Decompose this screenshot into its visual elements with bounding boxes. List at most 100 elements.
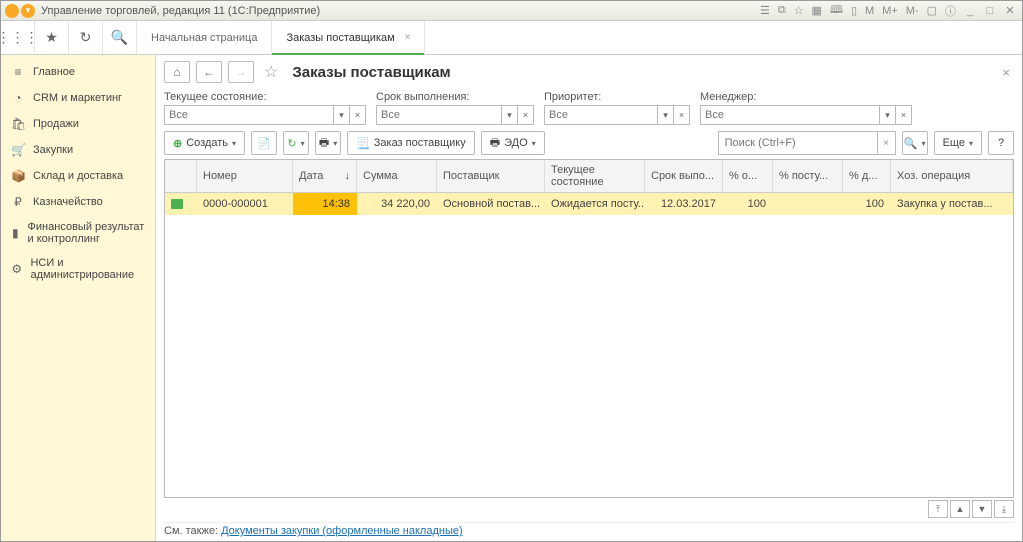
tab-orders[interactable]: Заказы поставщикам ×: [272, 21, 425, 54]
filter-state: Текущее состояние: ▾×: [164, 91, 366, 125]
filter-priority-input[interactable]: [544, 105, 658, 125]
sidebar-item-main[interactable]: ≡Главное: [1, 59, 155, 85]
crm-icon: ◔: [11, 91, 25, 105]
help-button[interactable]: ?: [988, 131, 1014, 155]
col-due[interactable]: Срок выпо...: [645, 160, 723, 192]
order-button[interactable]: 📃 Заказ поставщику: [347, 131, 475, 155]
chevron-down-icon[interactable]: ▾: [502, 105, 518, 125]
sidebar-item-warehouse[interactable]: 📦Склад и доставка: [1, 163, 155, 189]
toolbar-icon[interactable]: ⧉: [776, 4, 788, 17]
sidebar-item-treasury[interactable]: ₽Казначейство: [1, 189, 155, 215]
page-title: Заказы поставщикам: [292, 64, 450, 81]
sidebar: ≡Главное ◔CRM и маркетинг 🛍Продажи 🛒Заку…: [1, 55, 156, 541]
sidebar-item-crm[interactable]: ◔CRM и маркетинг: [1, 85, 155, 111]
col-sum[interactable]: Сумма: [357, 160, 437, 192]
tab-close-icon[interactable]: ×: [405, 32, 411, 43]
nav-down-icon[interactable]: ▼: [972, 500, 992, 518]
sidebar-item-purchases[interactable]: 🛒Закупки: [1, 137, 155, 163]
find-button[interactable]: 🔍▾: [902, 131, 928, 155]
toolbar-icon[interactable]: ▢: [925, 4, 939, 17]
filter-manager-input[interactable]: [700, 105, 880, 125]
nav-up-icon[interactable]: ▲: [950, 500, 970, 518]
search-input[interactable]: [718, 131, 878, 155]
refresh-button[interactable]: ↻▾: [283, 131, 309, 155]
table-row[interactable]: 0000-000001 14:38 34 220,00 Основной пос…: [165, 193, 1013, 215]
app-logo-icon: [5, 4, 19, 18]
app-dropdown-icon[interactable]: ▾: [21, 4, 35, 18]
sidebar-item-sales[interactable]: 🛍Продажи: [1, 111, 155, 137]
copy-button[interactable]: 📄: [251, 131, 277, 155]
col-state[interactable]: Текущее состояние: [545, 160, 645, 192]
chevron-down-icon: ▾: [232, 139, 236, 148]
toolbar-icon[interactable]: ▦: [810, 4, 824, 17]
toolbar-icon[interactable]: ▯: [849, 4, 859, 17]
col-pct-o[interactable]: % о...: [723, 160, 773, 192]
col-supplier[interactable]: Поставщик: [437, 160, 545, 192]
filter-manager: Менеджер: ▾×: [700, 91, 912, 125]
data-grid: Номер Дата↓ Сумма Поставщик Текущее сост…: [164, 159, 1014, 498]
money-icon: ₽: [11, 195, 25, 209]
favorites-icon[interactable]: ★: [35, 21, 69, 54]
doc-icon: [171, 199, 183, 209]
search-icon[interactable]: 🔍: [103, 21, 137, 54]
clear-icon[interactable]: ×: [896, 105, 912, 125]
col-number[interactable]: Номер: [197, 160, 293, 192]
related-link[interactable]: Документы закупки (оформленные накладные…: [221, 525, 463, 537]
clear-icon[interactable]: ×: [518, 105, 534, 125]
apps-icon[interactable]: ⋮⋮⋮: [1, 21, 35, 54]
m-minus-button[interactable]: M-: [904, 5, 921, 17]
toolbar-icon[interactable]: ☆: [792, 4, 806, 17]
window-title: Управление торговлей, редакция 11 (1С:Пр…: [41, 5, 320, 17]
sidebar-item-admin[interactable]: ⚙НСИ и администрирование: [1, 251, 155, 287]
maximize-button[interactable]: □: [982, 5, 998, 17]
grid-nav: ⤒ ▲ ▼ ⤓: [164, 498, 1014, 522]
m-button[interactable]: M: [863, 5, 876, 17]
search-clear-icon[interactable]: ×: [878, 131, 896, 155]
gear-icon: ⚙: [11, 262, 22, 276]
chevron-down-icon[interactable]: ▾: [658, 105, 674, 125]
toolbar-icon[interactable]: ☰: [758, 4, 772, 17]
col-icon[interactable]: [165, 160, 197, 192]
sidebar-item-finance[interactable]: ▮Финансовый результат и контроллинг: [1, 215, 155, 251]
col-op[interactable]: Хоз. операция: [891, 160, 1013, 192]
tab-start-page[interactable]: Начальная страница: [137, 21, 272, 54]
nav-first-icon[interactable]: ⤒: [928, 500, 948, 518]
filter-due-input[interactable]: [376, 105, 502, 125]
edo-button[interactable]: 🖶 ЭДО ▾: [481, 131, 545, 155]
chart-icon: ▮: [11, 226, 20, 240]
plus-icon: ⊕: [173, 137, 182, 150]
clear-icon[interactable]: ×: [350, 105, 366, 125]
close-button[interactable]: ✕: [1002, 4, 1018, 17]
home-icon: ≡: [11, 65, 25, 79]
chevron-down-icon[interactable]: ▾: [880, 105, 896, 125]
page-close-icon[interactable]: ×: [998, 65, 1014, 80]
sales-icon: 🛍: [11, 117, 25, 131]
cart-icon: 🛒: [11, 143, 25, 157]
filter-due: Срок выполнения: ▾×: [376, 91, 534, 125]
col-pct-post[interactable]: % посту...: [773, 160, 843, 192]
more-button[interactable]: Еще ▾: [934, 131, 982, 155]
print-button[interactable]: 🖶▾: [315, 131, 341, 155]
filter-state-input[interactable]: [164, 105, 334, 125]
tab-bar: ⋮⋮⋮ ★ ↻ 🔍 Начальная страница Заказы пост…: [1, 21, 1022, 55]
create-button[interactable]: ⊕Создать▾: [164, 131, 245, 155]
filter-priority: Приоритет: ▾×: [544, 91, 690, 125]
warehouse-icon: 📦: [11, 169, 25, 183]
col-pct-d[interactable]: % д...: [843, 160, 891, 192]
grid-header: Номер Дата↓ Сумма Поставщик Текущее сост…: [165, 160, 1013, 193]
minimize-button[interactable]: _: [962, 5, 978, 17]
clear-icon[interactable]: ×: [674, 105, 690, 125]
history-icon[interactable]: ↻: [69, 21, 103, 54]
col-date[interactable]: Дата↓: [293, 160, 357, 192]
chevron-down-icon[interactable]: ▾: [334, 105, 350, 125]
back-button[interactable]: ←: [196, 61, 222, 83]
nav-last-icon[interactable]: ⤓: [994, 500, 1014, 518]
home-button[interactable]: ⌂: [164, 61, 190, 83]
toolbar-icon[interactable]: 🕮: [828, 1, 845, 20]
sort-icon: ↓: [345, 170, 351, 182]
info-icon[interactable]: ⓘ: [943, 3, 958, 19]
content-area: ⌂ ← → ☆ Заказы поставщикам × Текущее сос…: [156, 55, 1022, 541]
m-plus-button[interactable]: M+: [880, 5, 900, 17]
favorite-icon[interactable]: ☆: [260, 62, 282, 82]
forward-button[interactable]: →: [228, 61, 254, 83]
